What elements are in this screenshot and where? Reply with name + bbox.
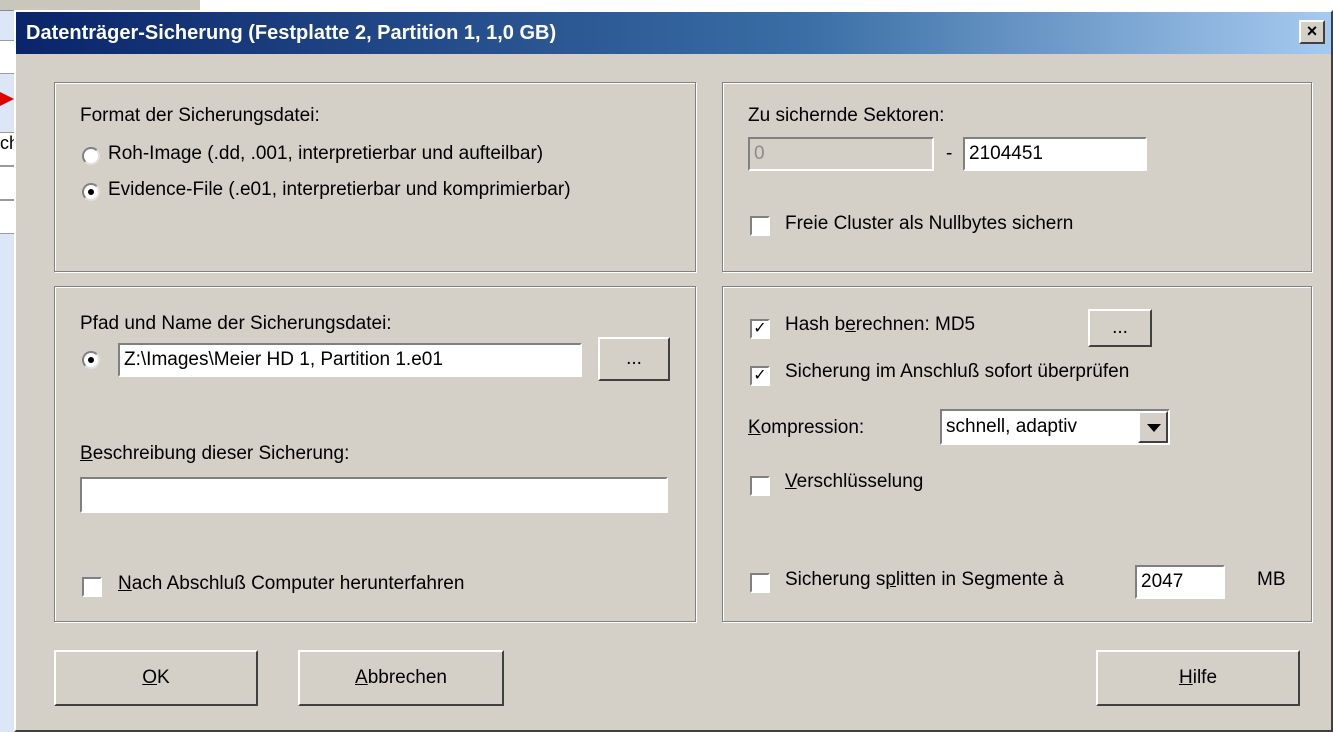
path-heading: Pfad und Name der Sicherungsdatei: bbox=[80, 313, 392, 334]
cancel-text: bbrechen bbox=[367, 667, 447, 688]
description-heading-mnemonic: B bbox=[80, 443, 93, 464]
hash-label-post: rechnen: MD5 bbox=[855, 314, 976, 335]
path-group: Pfad und Name der Sicherungsdatei: Z:\Im… bbox=[54, 286, 696, 622]
verify-checkbox[interactable]: ✓ bbox=[750, 366, 770, 386]
backup-dialog: Datenträger-Sicherung (Festplatte 2, Par… bbox=[14, 10, 1333, 732]
help-mnemonic: H bbox=[1178, 667, 1193, 688]
shutdown-text: ach Abschluß Computer herunterfahren bbox=[131, 573, 465, 594]
compression-mnemonic: K bbox=[748, 417, 761, 438]
ok-mnemonic: O bbox=[142, 667, 158, 688]
help-button[interactable]: Hilfe bbox=[1096, 650, 1300, 706]
encryption-mnemonic: V bbox=[785, 471, 797, 492]
cancel-button[interactable]: Abbrechen bbox=[298, 650, 504, 706]
compression-label: Kompression: bbox=[748, 417, 864, 439]
split-label-mnemonic: p bbox=[885, 569, 896, 590]
split-size-input[interactable]: 2047 bbox=[1135, 565, 1225, 599]
help-text: ilfe bbox=[1192, 667, 1218, 688]
split-label-pre: Sicherung s bbox=[785, 569, 886, 590]
hash-checkbox[interactable]: ✓ bbox=[750, 319, 770, 339]
free-cluster-checkbox[interactable] bbox=[750, 216, 770, 236]
description-input[interactable] bbox=[80, 477, 668, 513]
format-heading: Format der Sicherungsdatei: bbox=[80, 105, 320, 126]
compression-value: schnell, adaptiv bbox=[946, 416, 1077, 437]
path-input[interactable]: Z:\Images\Meier HD 1, Partition 1.e01 bbox=[118, 343, 582, 377]
dialog-titlebar[interactable]: Datenträger-Sicherung (Festplatte 2, Par… bbox=[16, 12, 1331, 54]
encryption-label-text: erschlüsselung bbox=[796, 471, 924, 492]
sector-range-dash: - bbox=[946, 143, 953, 164]
split-label-post: litten in Segmente à bbox=[895, 569, 1064, 590]
sectors-heading: Zu sichernde Sektoren: bbox=[748, 105, 945, 126]
radio-evidence-file[interactable] bbox=[82, 183, 100, 201]
split-unit-label: MB bbox=[1257, 569, 1286, 590]
sector-from-field: 0 bbox=[748, 137, 934, 171]
split-label[interactable]: Sicherung splitten in Segmente à bbox=[785, 569, 1064, 591]
hash-label[interactable]: Hash berechnen: MD5 bbox=[785, 314, 975, 336]
sector-to-field[interactable]: 2104451 bbox=[963, 137, 1147, 171]
shutdown-mnemonic: N bbox=[118, 573, 132, 594]
compression-select[interactable]: schnell, adaptiv bbox=[940, 409, 1170, 445]
verify-label[interactable]: Sicherung im Anschluß sofort überprüfen bbox=[785, 361, 1129, 383]
format-group: Format der Sicherungsdatei: Roh-Image (.… bbox=[54, 82, 696, 272]
description-heading: Beschreibung dieser Sicherung: bbox=[80, 443, 349, 465]
radio-raw-image[interactable] bbox=[82, 147, 100, 165]
sectors-group: Zu sichernde Sektoren: 0 - 2104451 Freie… bbox=[722, 82, 1312, 272]
browse-path-button[interactable]: ... bbox=[598, 337, 670, 381]
dialog-title: Datenträger-Sicherung (Festplatte 2, Par… bbox=[26, 22, 557, 44]
compression-label-text: ompression: bbox=[760, 417, 865, 438]
radio-evidence-file-label[interactable]: Evidence-File (.e01, interpretierbar und… bbox=[108, 179, 571, 201]
cancel-mnemonic: A bbox=[355, 667, 368, 688]
encryption-label[interactable]: Verschlüsselung bbox=[785, 471, 923, 493]
close-icon: × bbox=[1306, 21, 1318, 41]
shutdown-label[interactable]: Nach Abschluß Computer herunterfahren bbox=[118, 573, 464, 595]
encryption-checkbox[interactable] bbox=[750, 476, 770, 496]
ok-button[interactable]: OK bbox=[54, 650, 258, 706]
free-cluster-label[interactable]: Freie Cluster als Nullbytes sichern bbox=[785, 213, 1073, 235]
red-arrow-icon bbox=[0, 92, 14, 106]
hash-label-mnemonic: e bbox=[845, 314, 856, 335]
path-radio[interactable] bbox=[82, 351, 100, 369]
radio-raw-image-label[interactable]: Roh-Image (.dd, .001, interpretierbar un… bbox=[108, 143, 543, 165]
hash-label-pre: Hash b bbox=[785, 314, 846, 335]
chevron-down-icon[interactable] bbox=[1138, 411, 1168, 443]
options-group: ✓ Hash berechnen: MD5 ... ✓ Sicherung im… bbox=[722, 286, 1312, 622]
ok-text: K bbox=[157, 667, 170, 688]
hash-options-button[interactable]: ... bbox=[1088, 309, 1152, 347]
split-checkbox[interactable] bbox=[750, 573, 770, 593]
shutdown-checkbox[interactable] bbox=[82, 577, 102, 597]
description-heading-text: eschreibung dieser Sicherung: bbox=[92, 443, 350, 464]
close-button[interactable]: × bbox=[1299, 20, 1325, 44]
